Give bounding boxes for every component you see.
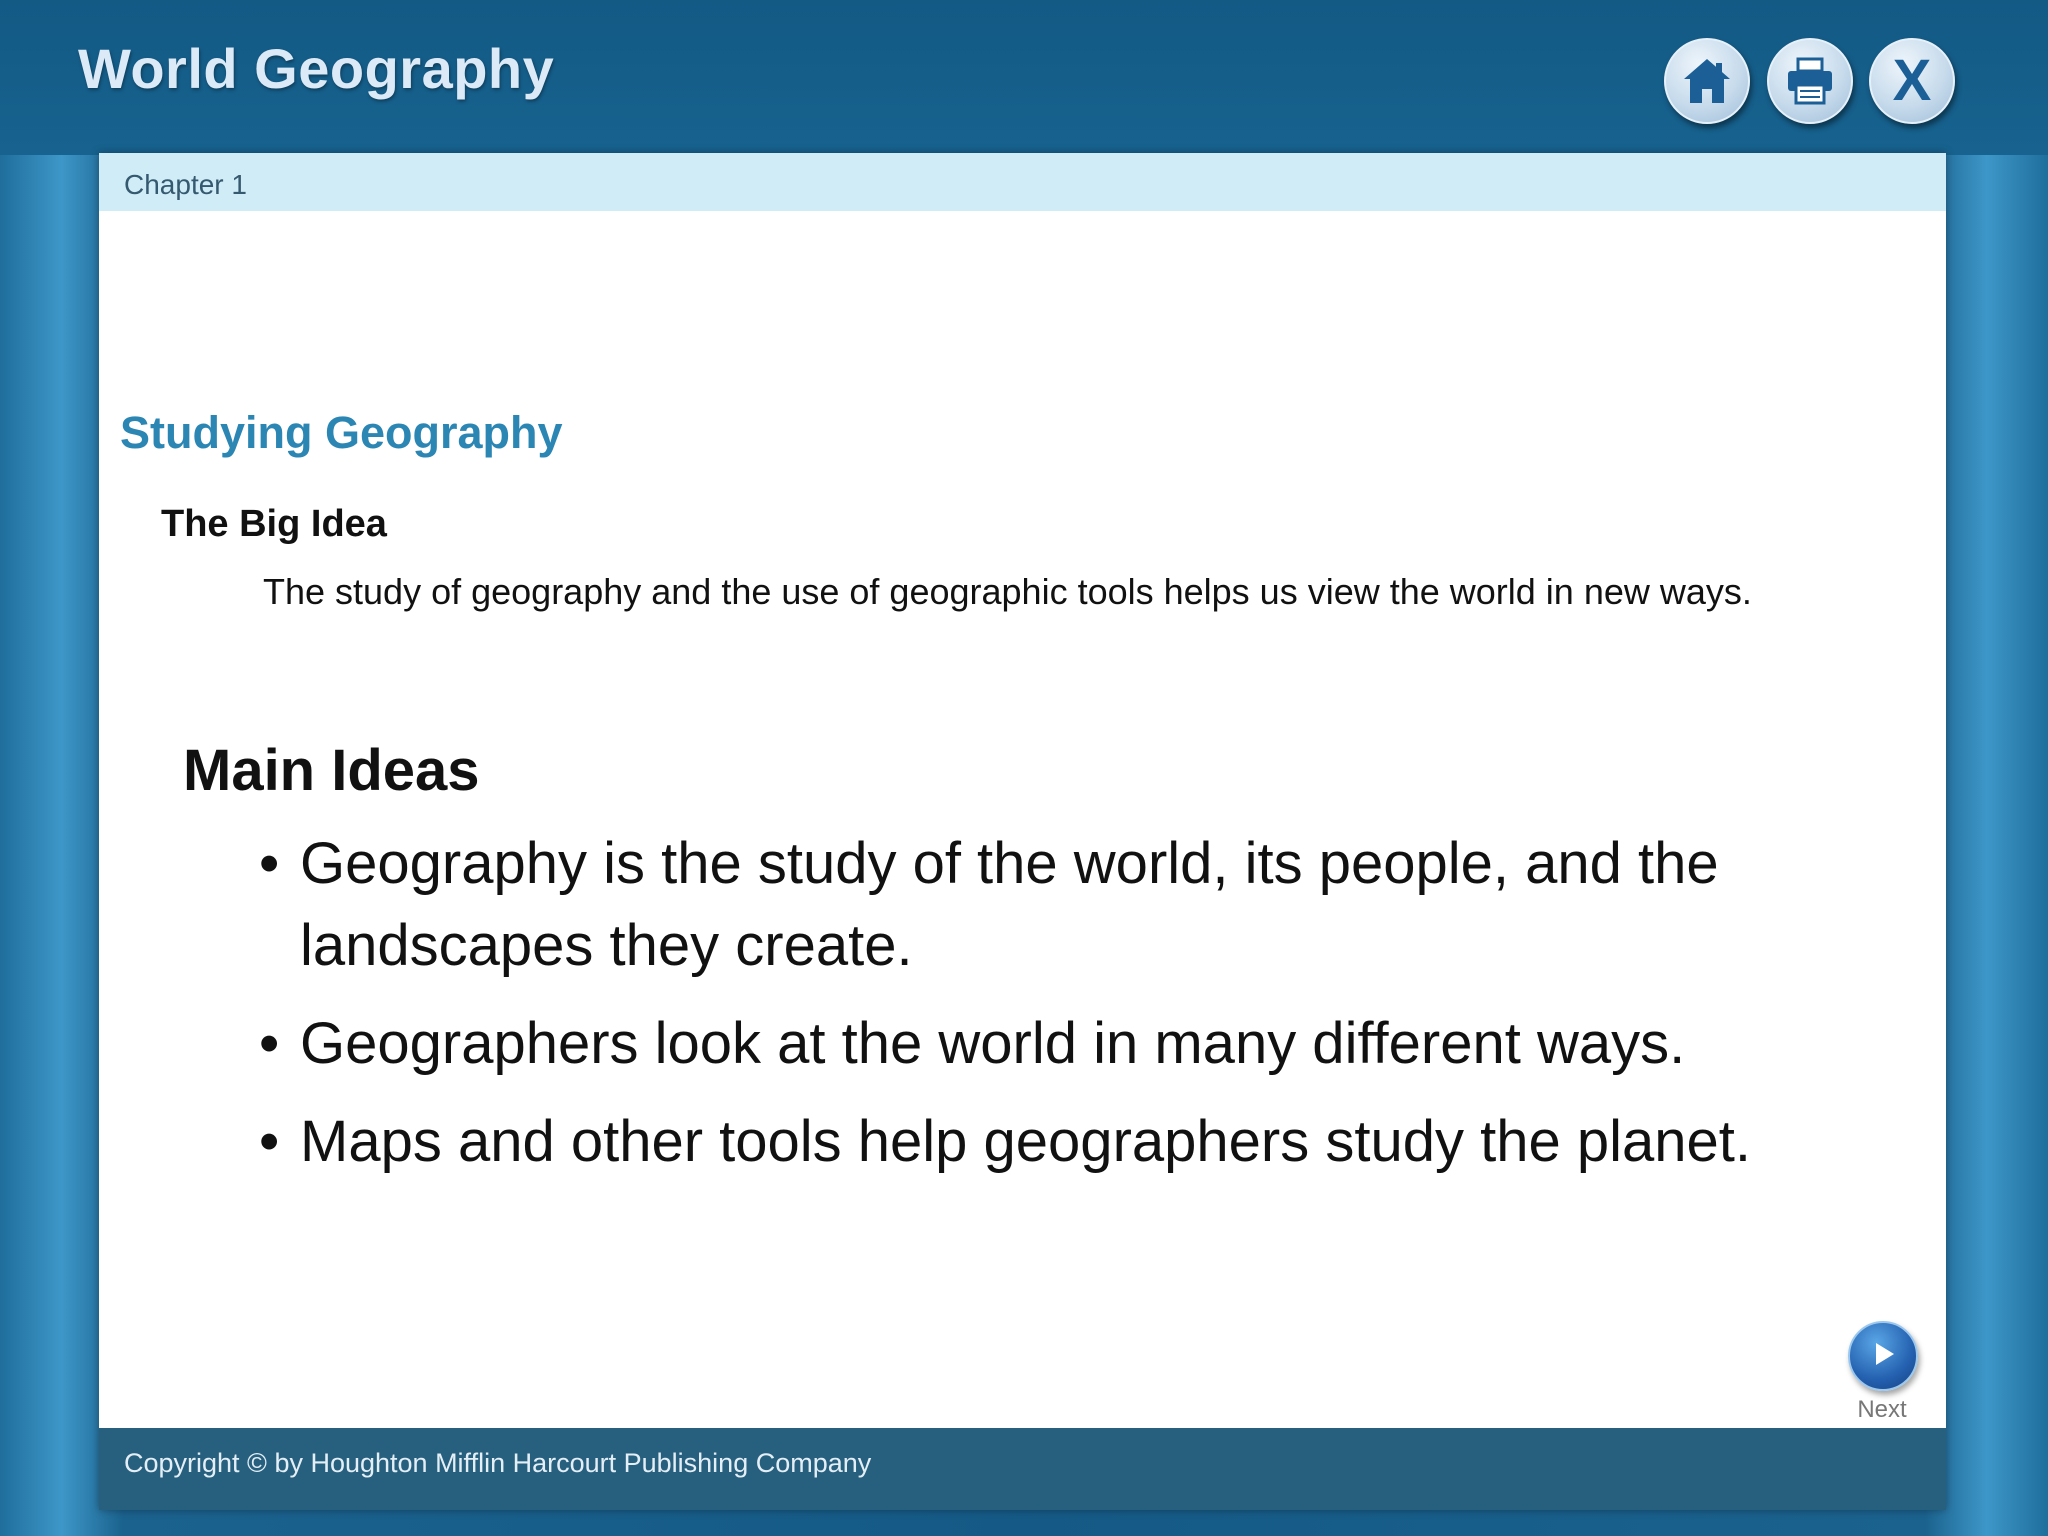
chapter-label: Chapter 1 xyxy=(124,169,247,200)
big-idea-heading: The Big Idea xyxy=(161,503,387,545)
chapter-bar: Chapter 1 xyxy=(99,153,1946,211)
home-button[interactable] xyxy=(1664,38,1750,124)
main-ideas-heading: Main Ideas xyxy=(183,738,480,803)
big-idea-text: The study of geography and the use of ge… xyxy=(263,571,1752,612)
section-title: Studying Geography xyxy=(120,407,563,458)
copyright-text: Copyright © by Houghton Mifflin Harcourt… xyxy=(124,1448,872,1478)
close-icon: X xyxy=(1892,48,1932,113)
slide-content: Chapter 1 Studying Geography The Big Ide… xyxy=(99,153,1946,1510)
print-button[interactable] xyxy=(1767,38,1853,124)
footer-bar: Copyright © by Houghton Mifflin Harcourt… xyxy=(99,1428,1946,1510)
main-idea-item: Geography is the study of the world, its… xyxy=(259,823,1879,987)
main-idea-item: Maps and other tools help geographers st… xyxy=(259,1101,1879,1183)
main-ideas-list: Geography is the study of the world, its… xyxy=(259,823,1879,1199)
printer-icon xyxy=(1784,57,1836,105)
app-title: World Geography xyxy=(78,37,555,100)
next-button[interactable] xyxy=(1848,1321,1918,1391)
play-arrow-icon xyxy=(1868,1339,1898,1374)
home-icon xyxy=(1682,57,1732,105)
next-label[interactable]: Next xyxy=(1849,1396,1915,1424)
main-idea-item: Geographers look at the world in many di… xyxy=(259,1003,1879,1085)
close-button[interactable]: X xyxy=(1869,38,1955,124)
